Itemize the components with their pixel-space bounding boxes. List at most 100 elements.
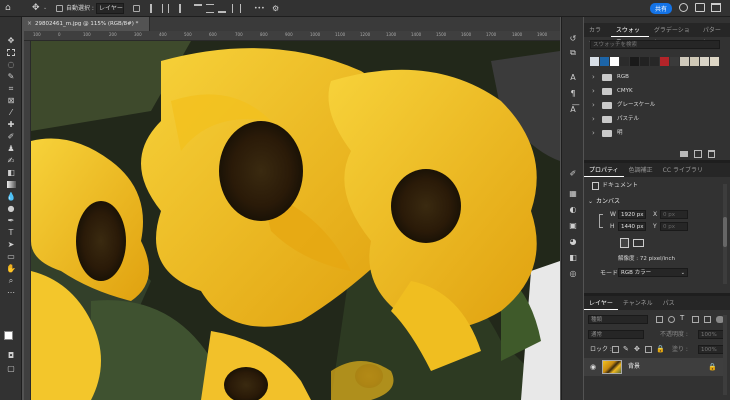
new-group-icon[interactable]	[680, 151, 688, 157]
document-tab[interactable]: × 29802461_m.jpg @ 115% (RGB/8#) *	[24, 17, 150, 31]
swatch[interactable]	[680, 57, 689, 66]
tab-paths[interactable]: パス	[658, 298, 680, 310]
x-field[interactable]: 0 px	[660, 210, 688, 219]
crop-tool-icon[interactable]: ⌗	[3, 83, 19, 94]
tab-adjustments[interactable]: 色調補正	[624, 165, 658, 177]
swatch-group-label[interactable]: RGB	[617, 73, 629, 81]
filter-pixel-icon[interactable]	[656, 316, 663, 323]
swatch[interactable]	[640, 57, 649, 66]
rectangle-tool-icon[interactable]: ▭	[3, 251, 19, 262]
tab-cc-libraries[interactable]: CC ライブラリ	[658, 165, 708, 177]
filter-type-icon[interactable]: T	[680, 314, 684, 323]
window-icon[interactable]	[711, 3, 721, 12]
align-left-icon[interactable]	[150, 4, 157, 13]
width-field[interactable]: 1920 px	[618, 210, 646, 219]
distribute-icon[interactable]	[232, 4, 241, 13]
move-icon[interactable]: ✥	[32, 3, 40, 14]
swatch[interactable]	[710, 57, 719, 66]
share-button[interactable]: 共有	[650, 3, 672, 14]
auto-select-checkbox[interactable]	[56, 5, 63, 12]
landscape-orientation-icon[interactable]	[633, 239, 644, 247]
path-selection-tool-icon[interactable]: ➤	[3, 239, 19, 250]
lock-all-icon[interactable]: 🔒	[656, 345, 665, 354]
pen-tool-icon[interactable]: ✒	[3, 215, 19, 226]
transform-controls-checkbox[interactable]	[133, 5, 140, 12]
lock-artboard-icon[interactable]	[645, 346, 652, 353]
marquee-tool-icon[interactable]	[3, 47, 19, 58]
eyedropper-tool-icon[interactable]: ⁄	[3, 107, 19, 118]
styles-icon[interactable]: ◧	[566, 251, 580, 263]
gradient-tool-icon[interactable]	[3, 179, 19, 190]
tab-swatches[interactable]: スウォッチ	[610, 25, 649, 46]
swatch-search-input[interactable]: スウォッチを検索	[590, 40, 720, 49]
tab-patterns[interactable]: パターン	[698, 25, 730, 46]
frame-tool-icon[interactable]: ⊠	[3, 95, 19, 106]
eye-icon[interactable]: ◉	[590, 362, 596, 372]
glyphs-icon[interactable]: A͞	[566, 103, 580, 115]
swatch[interactable]	[700, 57, 709, 66]
libraries-icon[interactable]: ▣	[566, 219, 580, 231]
zoom-tool-icon[interactable]: ⌕	[3, 275, 19, 286]
chevron-right-icon[interactable]: ›	[592, 87, 595, 95]
tab-gradients[interactable]: グラデーション	[649, 25, 698, 46]
move-tool-icon[interactable]: ✥	[3, 35, 19, 46]
layers-scrollbar[interactable]	[723, 315, 727, 395]
swatch-icon[interactable]: ▦	[566, 187, 580, 199]
properties-scroll-thumb[interactable]	[723, 217, 727, 247]
history-brush-tool-icon[interactable]: ✍	[3, 155, 19, 166]
align-center-icon[interactable]	[162, 4, 169, 13]
quick-select-tool-icon[interactable]: ✎	[3, 71, 19, 82]
color-icon[interactable]: ◕	[566, 235, 580, 247]
filter-adjustment-icon[interactable]	[668, 316, 675, 323]
tab-layers[interactable]: レイヤー	[584, 298, 618, 310]
auto-select-dropdown[interactable]: レイヤー	[96, 3, 124, 14]
healing-brush-tool-icon[interactable]: ✚	[3, 119, 19, 130]
quick-mask-icon[interactable]: ◘	[3, 350, 19, 361]
swatch-group-label[interactable]: グレースケール	[617, 101, 655, 109]
fill-field[interactable]: 100%	[698, 345, 726, 354]
align-right-icon[interactable]	[174, 4, 181, 13]
swatch-group-label[interactable]: 明	[617, 129, 623, 137]
workspace-icon[interactable]	[695, 3, 705, 12]
trash-icon[interactable]	[708, 150, 715, 158]
swatch[interactable]	[630, 57, 639, 66]
learn-icon[interactable]: ◎	[566, 267, 580, 279]
chevron-right-icon[interactable]: ›	[592, 101, 595, 109]
filter-shape-icon[interactable]	[692, 316, 699, 323]
search-icon[interactable]	[679, 3, 688, 12]
layer-row[interactable]: ◉ 背景 🔒	[584, 358, 724, 376]
character-icon[interactable]: A	[566, 71, 580, 83]
swatch[interactable]	[600, 57, 609, 66]
lock-pixels-icon[interactable]: ✎	[623, 345, 629, 354]
height-field[interactable]: 1440 px	[618, 222, 646, 231]
foreground-color-swatch[interactable]	[4, 331, 13, 340]
chevron-right-icon[interactable]: ›	[592, 73, 595, 81]
align-middle-icon[interactable]	[206, 4, 214, 13]
swatch[interactable]	[690, 57, 699, 66]
tab-channels[interactable]: チャンネル	[618, 298, 658, 310]
tab-properties[interactable]: プロパティ	[584, 165, 624, 177]
y-field[interactable]: 0 px	[660, 222, 688, 231]
chevron-down-icon[interactable]: ⌄	[43, 4, 47, 13]
home-icon[interactable]: ⌂	[5, 3, 16, 14]
lock-position-icon[interactable]: ✥	[634, 345, 640, 354]
swatch[interactable]	[660, 57, 669, 66]
layer-filter-dropdown[interactable]: 種類	[588, 315, 648, 324]
swatch[interactable]	[620, 57, 629, 66]
blur-tool-icon[interactable]: 💧	[3, 191, 19, 202]
blend-mode-dropdown[interactable]: 通常	[588, 330, 644, 339]
opacity-field[interactable]: 100%	[698, 330, 726, 339]
chevron-right-icon[interactable]: ›	[592, 129, 595, 137]
swatch[interactable]	[610, 57, 619, 66]
history-icon[interactable]: ↺	[566, 32, 580, 44]
tab-color[interactable]: カラー	[584, 25, 611, 46]
gear-icon[interactable]: ⚙	[272, 3, 279, 14]
new-swatch-icon[interactable]	[694, 150, 702, 158]
swatch[interactable]	[670, 57, 679, 66]
dodge-tool-icon[interactable]: ●	[3, 203, 19, 214]
paragraph-icon[interactable]: ¶	[566, 87, 580, 99]
swatch[interactable]	[650, 57, 659, 66]
align-bottom-icon[interactable]	[218, 4, 226, 13]
screen-mode-icon[interactable]: ▢	[3, 363, 19, 374]
swatch-group-label[interactable]: パステル	[617, 115, 639, 123]
